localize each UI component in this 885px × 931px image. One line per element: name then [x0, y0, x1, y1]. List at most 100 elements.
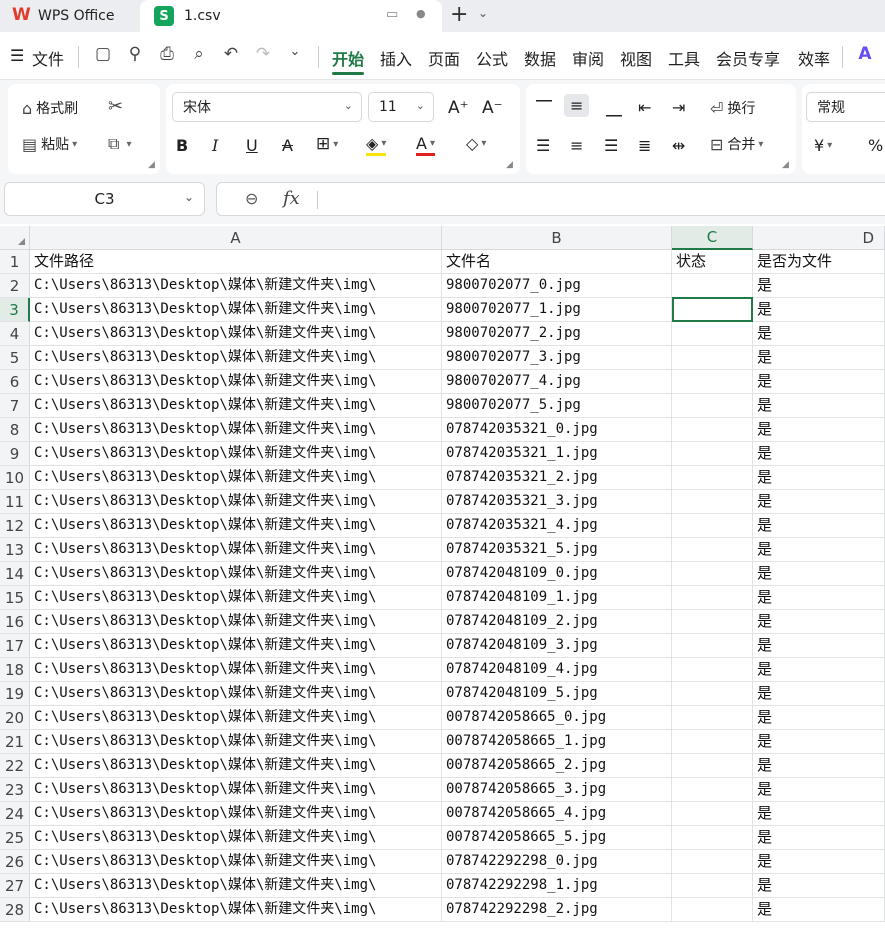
cell-file-path[interactable]: C:\Users\86313\Desktop\媒体\新建文件夹\img\ [30, 706, 442, 730]
row-header[interactable]: 2 [0, 274, 30, 298]
column-header-d[interactable]: D [753, 226, 885, 250]
cell-status[interactable] [672, 442, 753, 466]
decrease-font-icon[interactable]: A⁻ [482, 98, 503, 118]
cell-file-name[interactable]: 078742035321_5.jpg [442, 538, 672, 562]
row-header[interactable]: 27 [0, 874, 30, 898]
cell-file-name[interactable]: 078742035321_0.jpg [442, 418, 672, 442]
row-header[interactable]: 21 [0, 730, 30, 754]
unsaved-dot-icon[interactable]: ● [416, 7, 426, 20]
row-header[interactable]: 9 [0, 442, 30, 466]
cell-file-name[interactable]: 0078742058665_3.jpg [442, 778, 672, 802]
cell-is-file[interactable]: 是 [753, 418, 885, 442]
cell-file-path[interactable]: 文件路径 [30, 250, 442, 274]
cell-is-file[interactable]: 是 [753, 610, 885, 634]
cell-is-file[interactable]: 是 [753, 634, 885, 658]
chevron-down-icon[interactable]: ⌄ [184, 190, 194, 204]
cell-status[interactable] [672, 538, 753, 562]
cell-status[interactable] [672, 730, 753, 754]
cell-file-path[interactable]: C:\Users\86313\Desktop\媒体\新建文件夹\img\ [30, 298, 442, 322]
cell-is-file[interactable]: 是 [753, 874, 885, 898]
cell-status[interactable] [672, 826, 753, 850]
align-middle-icon[interactable]: ≡ [564, 94, 590, 117]
cell-status[interactable] [672, 466, 753, 490]
cell-file-path[interactable]: C:\Users\86313\Desktop\媒体\新建文件夹\img\ [30, 826, 442, 850]
cell-file-path[interactable]: C:\Users\86313\Desktop\媒体\新建文件夹\img\ [30, 562, 442, 586]
cell-status[interactable] [672, 850, 753, 874]
cell-is-file[interactable]: 是 [753, 706, 885, 730]
cell-status[interactable] [672, 874, 753, 898]
menu-file[interactable]: 文件 [32, 46, 64, 70]
align-top-icon[interactable]: ⎺ [536, 98, 552, 118]
cell-file-path[interactable]: C:\Users\86313\Desktop\媒体\新建文件夹\img\ [30, 370, 442, 394]
row-header[interactable]: 15 [0, 586, 30, 610]
cell-status[interactable] [672, 634, 753, 658]
group-launcher-icon[interactable]: ◢ [148, 160, 155, 170]
menu-tab-insert[interactable]: 插入 [380, 46, 412, 70]
cell-is-file[interactable]: 是 [753, 274, 885, 298]
cell-file-path[interactable]: C:\Users\86313\Desktop\媒体\新建文件夹\img\ [30, 442, 442, 466]
row-header[interactable]: 13 [0, 538, 30, 562]
cell-is-file[interactable]: 是 [753, 778, 885, 802]
cell-is-file[interactable]: 是 [753, 538, 885, 562]
cell-is-file[interactable]: 是 [753, 490, 885, 514]
row-header[interactable]: 4 [0, 322, 30, 346]
row-header[interactable]: 16 [0, 610, 30, 634]
cell-status[interactable] [672, 778, 753, 802]
cut-button[interactable]: ✂ [108, 96, 127, 117]
cell-file-name[interactable]: 078742048109_1.jpg [442, 586, 672, 610]
number-format-select[interactable]: 常规 [806, 92, 885, 122]
row-header[interactable]: 17 [0, 634, 30, 658]
new-tab-button[interactable]: + [450, 2, 468, 27]
cell-is-file[interactable]: 是 [753, 850, 885, 874]
format-painter-button[interactable]: ⌂ 格式刷 [22, 98, 78, 118]
merge-button[interactable]: ⊟ 合并 ▾ [710, 134, 763, 154]
increase-indent-icon[interactable]: ⇥ [672, 98, 685, 117]
cell-file-name[interactable]: 078742035321_3.jpg [442, 490, 672, 514]
cell-file-name[interactable]: 078742292298_1.jpg [442, 874, 672, 898]
align-left-icon[interactable]: ☰ [536, 136, 550, 155]
cell-file-name[interactable]: 078742292298_2.jpg [442, 898, 672, 922]
row-header[interactable]: 6 [0, 370, 30, 394]
cell-is-file[interactable]: 是 [753, 298, 885, 322]
menu-tab-view[interactable]: 视图 [620, 46, 652, 70]
row-header[interactable]: 20 [0, 706, 30, 730]
cell-file-path[interactable]: C:\Users\86313\Desktop\媒体\新建文件夹\img\ [30, 466, 442, 490]
cell-file-path[interactable]: C:\Users\86313\Desktop\媒体\新建文件夹\img\ [30, 682, 442, 706]
cell-file-name[interactable]: 078742048109_4.jpg [442, 658, 672, 682]
strikethrough-icon[interactable]: A [282, 136, 293, 155]
cell-file-name[interactable]: 9800702077_3.jpg [442, 346, 672, 370]
group-launcher-icon[interactable]: ◢ [506, 160, 513, 170]
cell-file-path[interactable]: C:\Users\86313\Desktop\媒体\新建文件夹\img\ [30, 898, 442, 922]
row-header[interactable]: 14 [0, 562, 30, 586]
cell-is-file[interactable]: 是 [753, 730, 885, 754]
cell-file-name[interactable]: 0078742058665_5.jpg [442, 826, 672, 850]
cell-status[interactable] [672, 610, 753, 634]
cell-file-name[interactable]: 0078742058665_0.jpg [442, 706, 672, 730]
cell-file-name[interactable]: 9800702077_4.jpg [442, 370, 672, 394]
cell-status[interactable] [672, 274, 753, 298]
cell-is-file[interactable]: 是 [753, 898, 885, 922]
cell-file-name[interactable]: 9800702077_5.jpg [442, 394, 672, 418]
cell-file-path[interactable]: C:\Users\86313\Desktop\媒体\新建文件夹\img\ [30, 346, 442, 370]
row-header[interactable]: 8 [0, 418, 30, 442]
cell-file-name[interactable]: 078742035321_4.jpg [442, 514, 672, 538]
print-preview-icon[interactable]: ⌕ [188, 44, 210, 66]
percent-icon[interactable]: % [868, 136, 883, 155]
menu-tab-home[interactable]: 开始 [332, 46, 364, 70]
row-header[interactable]: 11 [0, 490, 30, 514]
column-header-a[interactable]: A [30, 226, 442, 250]
cell-file-path[interactable]: C:\Users\86313\Desktop\媒体\新建文件夹\img\ [30, 274, 442, 298]
cell-status[interactable] [672, 802, 753, 826]
cell-file-path[interactable]: C:\Users\86313\Desktop\媒体\新建文件夹\img\ [30, 538, 442, 562]
spreadsheet-grid[interactable]: A B C D 1 文件路径 文件名 状态 是否为文件 2 C:\Users\86313\D… [0, 226, 885, 931]
copy-button[interactable]: ⧉ ▾ [108, 134, 131, 154]
cell-file-path[interactable]: C:\Users\86313\Desktop\媒体\新建文件夹\img\ [30, 802, 442, 826]
clear-format-icon[interactable]: ◇ ▾ [466, 134, 486, 153]
increase-font-icon[interactable]: A⁺ [448, 98, 469, 118]
menu-tab-formula[interactable]: 公式 [476, 46, 508, 70]
cell-file-path[interactable]: C:\Users\86313\Desktop\媒体\新建文件夹\img\ [30, 874, 442, 898]
menu-tab-page[interactable]: 页面 [428, 46, 460, 70]
cell-is-file[interactable]: 是 [753, 394, 885, 418]
cell-is-file[interactable]: 是 [753, 562, 885, 586]
cell-file-path[interactable]: C:\Users\86313\Desktop\媒体\新建文件夹\img\ [30, 586, 442, 610]
